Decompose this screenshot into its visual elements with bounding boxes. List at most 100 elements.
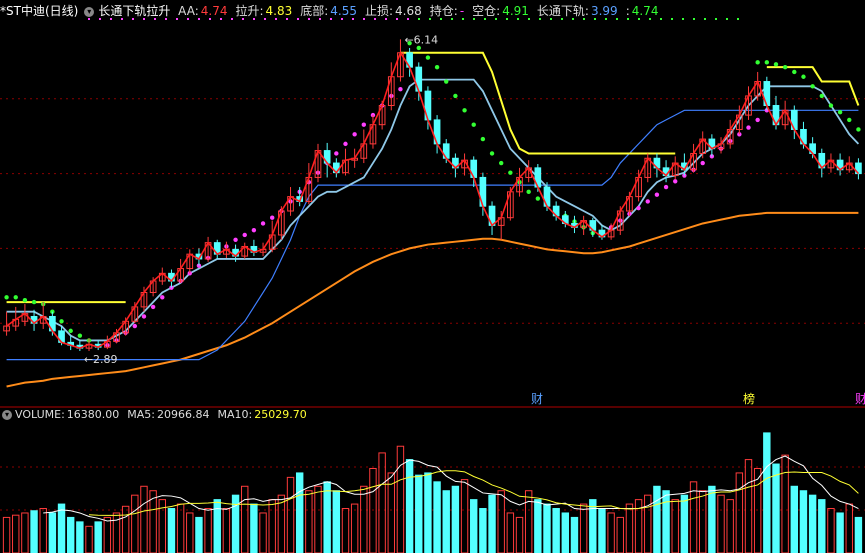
volume-bar [653, 485, 661, 553]
header-dot [594, 18, 596, 20]
hdr-value-5: 4.91 [502, 4, 529, 18]
indicator-name[interactable]: 长通下轨拉升 [98, 4, 170, 18]
light-band-line [6, 78, 860, 342]
header-dot [440, 18, 442, 20]
magenta-dot [132, 323, 138, 329]
header-dot [231, 18, 233, 20]
hdr-value-3: 4.68 [395, 4, 422, 18]
magenta-dot [334, 151, 339, 156]
header-values: AA: 4.74 拉升: 4.83 底部: 4.55 止损: 4.68 持仓: - 空仓: 4.91 长… [178, 4, 666, 18]
volume-bar [268, 499, 276, 553]
volume-bar [561, 512, 570, 553]
header-dot [88, 18, 90, 20]
volume-bar [94, 521, 102, 553]
magenta-dot [260, 221, 266, 226]
volume-bar [405, 459, 414, 553]
header-dot [583, 18, 585, 20]
hdr-value-0: 4.74 [200, 4, 228, 18]
volume-bar [30, 510, 38, 553]
event-marker: 财 [531, 392, 543, 406]
volume-bar [470, 499, 478, 553]
volume-bar [799, 490, 808, 553]
volume-bar [76, 521, 84, 553]
volume-bar [699, 490, 707, 553]
header-dot [638, 18, 640, 20]
volume-bar [57, 503, 66, 553]
header-dot [418, 18, 420, 20]
header-dot [671, 18, 673, 20]
header-dot [176, 18, 178, 20]
header-dot [682, 18, 684, 20]
volume-bar [497, 490, 505, 553]
header-dot [495, 18, 497, 20]
title[interactable]: *ST中迪(日线) [0, 4, 78, 18]
green-dot [792, 69, 797, 75]
volume-bar [598, 508, 606, 553]
green-dot [810, 84, 815, 89]
volume-bar [195, 516, 203, 553]
volume-bar [552, 508, 560, 553]
magenta-dot [141, 314, 147, 319]
header-dot [506, 18, 508, 20]
volume-bar [39, 508, 47, 553]
volume-bar [176, 503, 185, 553]
volume-bar [570, 516, 579, 553]
green-dot [828, 103, 834, 108]
header-dot [407, 18, 409, 20]
volume-bar [854, 516, 863, 553]
green-dot [801, 74, 806, 79]
volume-bar [772, 463, 780, 553]
volume-bar [213, 499, 221, 553]
header-dot [605, 18, 607, 20]
green-dot [847, 117, 852, 123]
volume-bar [332, 490, 341, 553]
magenta-dot [398, 87, 403, 92]
header-dot [517, 18, 519, 20]
volume-bar [488, 494, 496, 553]
magenta-dot [251, 227, 257, 233]
hdr-value-7: 4.74 [631, 4, 659, 18]
header-dot [99, 18, 101, 20]
header-dot [649, 18, 651, 20]
volume-bar [589, 499, 597, 553]
header-dot [704, 18, 706, 20]
hdr-label-5: 空仓: [472, 4, 501, 18]
magenta-dot [242, 232, 247, 238]
hdr-label-3: 止损: [365, 4, 394, 18]
hdr-label-7: : [625, 4, 630, 18]
chevron-down-icon[interactable]: ▾ [2, 410, 12, 420]
magenta-dot [700, 160, 705, 166]
chevron-down-icon[interactable]: ▾ [84, 6, 95, 17]
magenta-dot [361, 122, 367, 127]
header-dot [374, 18, 376, 20]
volume-bar [66, 516, 75, 553]
header-dot-row [88, 18, 768, 22]
header-dot [539, 18, 541, 20]
header-dot [143, 18, 145, 20]
magenta-dot [150, 304, 156, 310]
volume-bar [808, 494, 817, 553]
hdr-label-0: AA: [178, 4, 199, 18]
header-dot [550, 18, 552, 20]
volume-bar [543, 503, 551, 553]
header-dot [308, 18, 310, 20]
volume-bar [744, 459, 753, 553]
magenta-dot [343, 141, 348, 147]
volume-bar [662, 490, 670, 553]
header-dot [363, 18, 365, 20]
volume-bar [827, 508, 835, 553]
green-dot [764, 60, 770, 65]
volume-bar [167, 508, 176, 553]
event-marker: 榜 [743, 391, 755, 406]
volume-bar [12, 514, 20, 553]
yellow-band-line [400, 51, 676, 155]
header-dot [484, 18, 486, 20]
volume-bar [314, 485, 322, 553]
header-dot [715, 18, 717, 20]
volume-bar [295, 472, 304, 553]
green-dot [508, 170, 513, 175]
volume-bar [735, 472, 744, 553]
header-dot [132, 18, 134, 20]
hdr-value-6: 3.99 [590, 4, 618, 18]
volume-bar [818, 499, 826, 553]
